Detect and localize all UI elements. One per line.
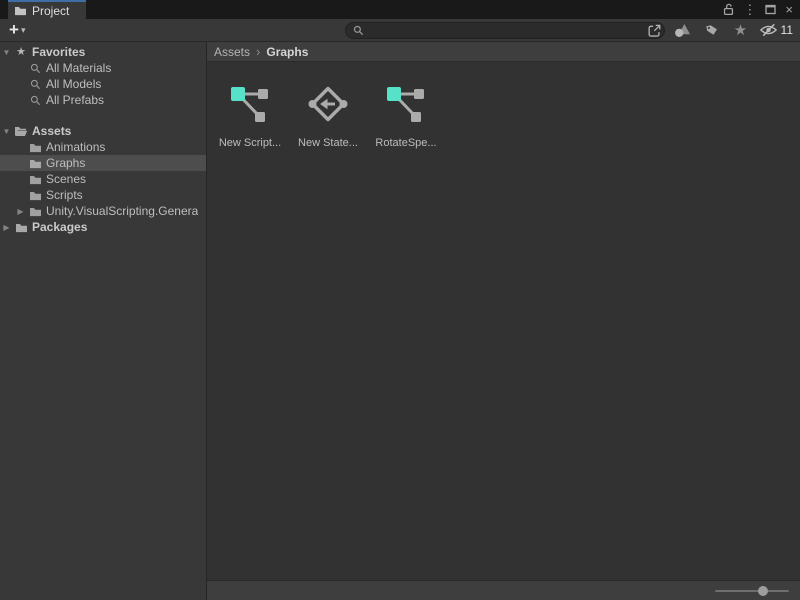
breadcrumb-graphs[interactable]: Graphs	[266, 45, 308, 59]
asset-grid: New Script... New State...	[207, 62, 800, 580]
breadcrumb-assets[interactable]: Assets	[214, 45, 250, 59]
folder-icon	[27, 142, 43, 153]
folder-icon	[13, 222, 29, 233]
open-search-window-icon[interactable]	[647, 23, 662, 38]
search-by-type-icon[interactable]	[672, 21, 694, 40]
folder-tree: ▼ ★ Favorites All Materials All Models	[0, 42, 207, 600]
maximize-icon[interactable]	[765, 4, 776, 15]
folder-open-icon	[13, 125, 29, 137]
sidebar-item-assets[interactable]: ▼ Assets	[0, 123, 206, 139]
tree-spacer	[0, 108, 206, 123]
sidebar-item-all-materials[interactable]: All Materials	[0, 60, 206, 76]
asset-item-new-script[interactable]: New Script...	[215, 84, 285, 149]
sidebar-item-scripts[interactable]: Scripts	[0, 187, 206, 203]
folder-icon	[14, 5, 27, 16]
asset-item-new-state[interactable]: New State...	[293, 84, 363, 149]
window-controls: ⋮ ×	[723, 0, 800, 19]
sidebar-item-all-prefabs[interactable]: All Prefabs	[0, 92, 206, 108]
hidden-packages-toggle[interactable]: 11	[759, 23, 795, 37]
zoom-slider-track[interactable]	[715, 590, 789, 592]
search-icon	[27, 79, 43, 90]
search-input[interactable]	[364, 24, 647, 36]
folder-icon	[27, 158, 43, 169]
sidebar-item-scenes[interactable]: Scenes	[0, 171, 206, 187]
zoom-slider-thumb[interactable]	[758, 586, 768, 596]
star-icon: ★	[13, 47, 29, 58]
zoom-slider[interactable]	[715, 586, 789, 596]
eye-slash-icon	[759, 23, 778, 37]
search-icon	[353, 25, 364, 36]
sidebar-item-animations[interactable]: Animations	[0, 139, 206, 155]
script-graph-icon	[230, 84, 270, 124]
toolbar: + ▾	[0, 19, 800, 42]
breadcrumb: Assets › Graphs	[207, 42, 800, 62]
tab-project[interactable]: Project	[8, 0, 86, 19]
toolbar-right-group: ★ 11	[345, 21, 795, 40]
main-area: ▼ ★ Favorites All Materials All Models	[0, 42, 800, 600]
foldout-open-icon[interactable]: ▼	[0, 127, 13, 136]
sidebar-item-all-models[interactable]: All Models	[0, 76, 206, 92]
foldout-closed-icon[interactable]: ▶	[14, 207, 27, 216]
search-box	[345, 22, 665, 39]
plus-icon: +	[9, 21, 19, 38]
asset-item-rotatespe[interactable]: RotateSpe...	[371, 84, 441, 149]
lock-open-icon[interactable]	[723, 3, 734, 16]
status-bar	[207, 580, 800, 600]
kebab-menu-icon[interactable]: ⋮	[743, 3, 756, 16]
search-icon	[27, 95, 43, 106]
state-graph-icon	[308, 84, 348, 124]
tab-bar: Project ⋮ ×	[0, 0, 800, 19]
script-graph-icon	[386, 84, 426, 124]
folder-icon	[27, 206, 43, 217]
sidebar-item-favorites[interactable]: ▼ ★ Favorites	[0, 44, 206, 60]
chevron-down-icon: ▾	[21, 25, 26, 36]
project-window: Project ⋮ × + ▾	[0, 0, 800, 600]
close-icon[interactable]: ×	[785, 3, 793, 16]
chevron-right-icon: ›	[256, 44, 260, 59]
search-icon	[27, 63, 43, 74]
folder-icon	[27, 174, 43, 185]
search-by-label-icon[interactable]	[701, 21, 723, 40]
sidebar-item-packages[interactable]: ▶ Packages	[0, 219, 206, 235]
hidden-count: 11	[781, 23, 793, 37]
asset-pane: Assets › Graphs New Script	[207, 42, 800, 600]
foldout-closed-icon[interactable]: ▶	[0, 223, 13, 232]
sidebar-item-unity-visualscripting[interactable]: ▶ Unity.VisualScripting.Genera	[0, 203, 206, 219]
saved-search-star-icon[interactable]: ★	[730, 21, 752, 40]
tab-label: Project	[32, 4, 69, 18]
create-asset-button[interactable]: + ▾	[6, 23, 28, 38]
folder-icon	[27, 190, 43, 201]
sidebar-item-graphs[interactable]: Graphs	[0, 155, 206, 171]
foldout-open-icon[interactable]: ▼	[0, 48, 13, 57]
